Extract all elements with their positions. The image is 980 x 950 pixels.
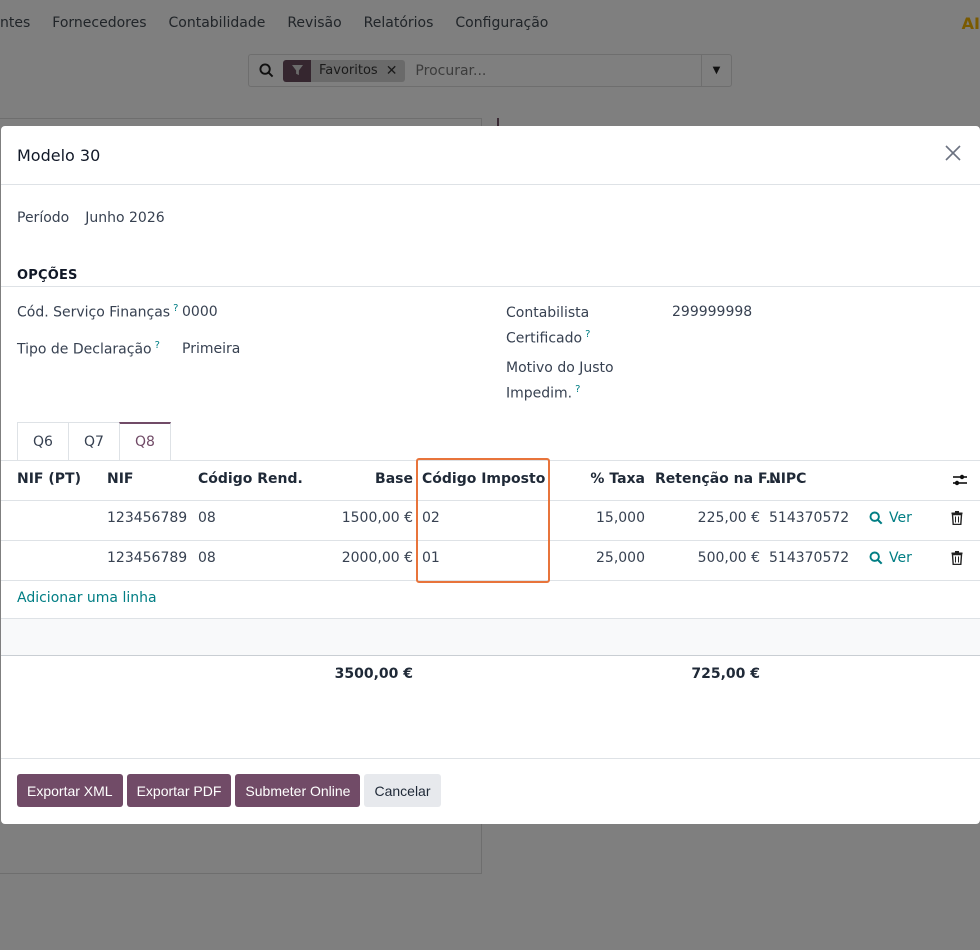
footer-divider <box>1 758 980 759</box>
periodo-label: Período <box>17 210 70 226</box>
periodo-value: Junho 2026 <box>85 210 165 226</box>
cell-nipc[interactable]: 514370572 <box>769 550 849 566</box>
tab-q7[interactable]: Q7 <box>68 422 120 460</box>
search-dropdown-toggle[interactable]: ▼ <box>701 55 731 86</box>
column-header-nif-pt[interactable]: NIF (PT) <box>17 471 81 487</box>
cell-retencao[interactable]: 500,00 € <box>655 550 760 566</box>
nav-item-clientes[interactable]: ntes <box>0 15 30 31</box>
table-row[interactable]: 123456789 08 2000,00 € 01 25,000 500,00 … <box>1 550 980 570</box>
nav-item-relatorios[interactable]: Relatórios <box>364 15 434 31</box>
total-base: 3500,00 € <box>334 666 413 682</box>
modal-header: Modelo 30 <box>1 126 980 185</box>
cell-codigo-rend[interactable]: 08 <box>198 550 216 566</box>
tab-q6[interactable]: Q6 <box>17 422 69 460</box>
column-header-codigo-rend[interactable]: Código Rend. <box>198 471 303 487</box>
column-header-retencao[interactable]: Retenção na F... <box>655 471 781 487</box>
row-divider <box>1 580 980 581</box>
ver-label: Ver <box>889 550 912 566</box>
tab-divider <box>1 460 980 461</box>
cell-nif[interactable]: 123456789 <box>107 510 187 526</box>
close-icon[interactable] <box>944 144 966 166</box>
top-navbar: ntes Fornecedores Contabilidade Revisão … <box>0 0 980 46</box>
ver-button[interactable]: Ver <box>869 510 912 526</box>
tipo-declaracao-label: Tipo de Declaração? <box>17 340 160 358</box>
delete-row-icon[interactable] <box>951 551 963 569</box>
add-line-link[interactable]: Adicionar uma linha <box>17 590 157 606</box>
section-divider <box>1 286 980 287</box>
search-input[interactable]: Procurar... <box>415 63 701 79</box>
optional-columns-icon[interactable] <box>952 472 968 492</box>
cell-taxa[interactable]: 25,000 <box>575 550 645 566</box>
search-facet: Favoritos ✕ <box>283 59 406 82</box>
help-tooltip-icon[interactable]: ? <box>173 303 178 314</box>
ver-label: Ver <box>889 510 912 526</box>
cell-nif[interactable]: 123456789 <box>107 550 187 566</box>
servico-financas-value[interactable]: 0000 <box>182 304 218 320</box>
cell-codigo-imposto[interactable]: 02 <box>422 510 440 526</box>
cell-codigo-rend[interactable]: 08 <box>198 510 216 526</box>
column-header-nif[interactable]: NIF <box>107 471 134 487</box>
submit-online-button[interactable]: Submeter Online <box>235 774 361 807</box>
table-row[interactable]: 123456789 08 1500,00 € 02 15,000 225,00 … <box>1 510 980 530</box>
search-bar: Favoritos ✕ Procurar... ▼ <box>248 54 732 87</box>
empty-table-row <box>1 618 980 656</box>
motivo-impedimento-label: Motivo do Justo Impedim.? <box>506 360 614 402</box>
search-icon <box>869 511 883 525</box>
modal-dialog: Modelo 30 Período Junho 2026 OPÇÕES Cód.… <box>1 126 980 824</box>
cell-retencao[interactable]: 225,00 € <box>655 510 760 526</box>
ver-button[interactable]: Ver <box>869 550 912 566</box>
column-header-taxa[interactable]: % Taxa <box>575 471 645 487</box>
contabilista-label: Contabilista Certificado? <box>506 305 591 347</box>
servico-financas-label: Cód. Serviço Finanças? <box>17 303 179 321</box>
search-icon[interactable] <box>249 63 283 78</box>
app-logo: AI <box>961 14 980 33</box>
cell-codigo-imposto[interactable]: 01 <box>422 550 440 566</box>
filter-icon <box>283 59 311 82</box>
cell-nipc[interactable]: 514370572 <box>769 510 849 526</box>
column-header-nipc[interactable]: NIPC <box>769 471 806 487</box>
column-header-base[interactable]: Base <box>331 471 413 487</box>
cell-base[interactable]: 1500,00 € <box>331 510 413 526</box>
help-tooltip-icon[interactable]: ? <box>155 340 160 351</box>
table-header: NIF (PT) NIF Código Rend. Base Código Im… <box>1 471 980 491</box>
nav-item-fornecedores[interactable]: Fornecedores <box>52 15 146 31</box>
column-header-codigo-imposto[interactable]: Código Imposto <box>422 471 545 487</box>
facet-label: Favoritos <box>311 59 386 82</box>
section-title: OPÇÕES <box>17 268 78 283</box>
periodo-field: Período Junho 2026 <box>17 210 165 226</box>
nav-item-contabilidade[interactable]: Contabilidade <box>169 15 266 31</box>
help-tooltip-icon[interactable]: ? <box>575 384 580 395</box>
row-divider <box>1 540 980 541</box>
cancel-button[interactable]: Cancelar <box>364 774 441 807</box>
cell-taxa[interactable]: 15,000 <box>575 510 645 526</box>
contabilista-value[interactable]: 299999998 <box>672 304 752 320</box>
delete-row-icon[interactable] <box>951 511 963 529</box>
help-tooltip-icon[interactable]: ? <box>585 329 590 340</box>
modal-title: Modelo 30 <box>17 145 101 165</box>
nav-item-configuracao[interactable]: Configuração <box>455 15 548 31</box>
cell-base[interactable]: 2000,00 € <box>331 550 413 566</box>
modal-footer: Exportar XML Exportar PDF Submeter Onlin… <box>17 774 445 807</box>
table-header-divider <box>1 500 980 501</box>
export-pdf-button[interactable]: Exportar PDF <box>126 774 232 807</box>
tab-bar: Q6 Q7 Q8 <box>17 422 171 460</box>
export-xml-button[interactable]: Exportar XML <box>17 774 123 807</box>
total-retencao: 725,00 € <box>691 666 760 682</box>
table-totals-row: 3500,00 € 725,00 € <box>1 666 980 686</box>
nav-item-revisao[interactable]: Revisão <box>287 15 341 31</box>
facet-remove-icon[interactable]: ✕ <box>385 59 406 82</box>
search-icon <box>869 551 883 565</box>
tipo-declaracao-value[interactable]: Primeira <box>182 341 240 357</box>
tab-q8[interactable]: Q8 <box>119 422 171 460</box>
